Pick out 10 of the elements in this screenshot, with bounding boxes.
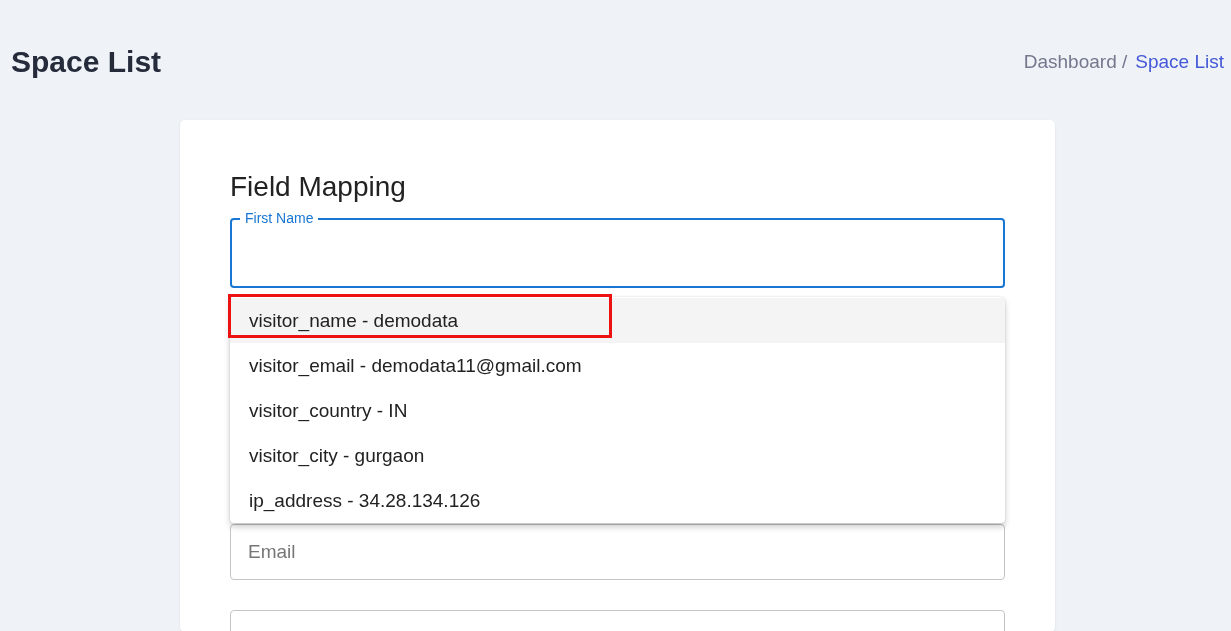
text-field[interactable]: Email [230, 523, 1005, 580]
breadcrumb-link[interactable]: Dashboard / [1023, 47, 1128, 77]
dropdown-option[interactable]: visitor_name - demodata [230, 297, 1005, 343]
dropdown-option[interactable]: visitor_city - gurgaon [230, 432, 1005, 478]
card-title: Field Mapping [230, 170, 407, 204]
dropdown-option[interactable]: visitor_email - demodata11@gmail.com [230, 342, 1005, 388]
breadcrumb-link[interactable]: Space List [1135, 47, 1224, 77]
dropdown-option[interactable]: ip_address - 34.28.134.126 [230, 477, 1005, 523]
dropdown-option[interactable]: visitor_country - IN [230, 387, 1005, 433]
page-title: Space List [11, 44, 162, 80]
